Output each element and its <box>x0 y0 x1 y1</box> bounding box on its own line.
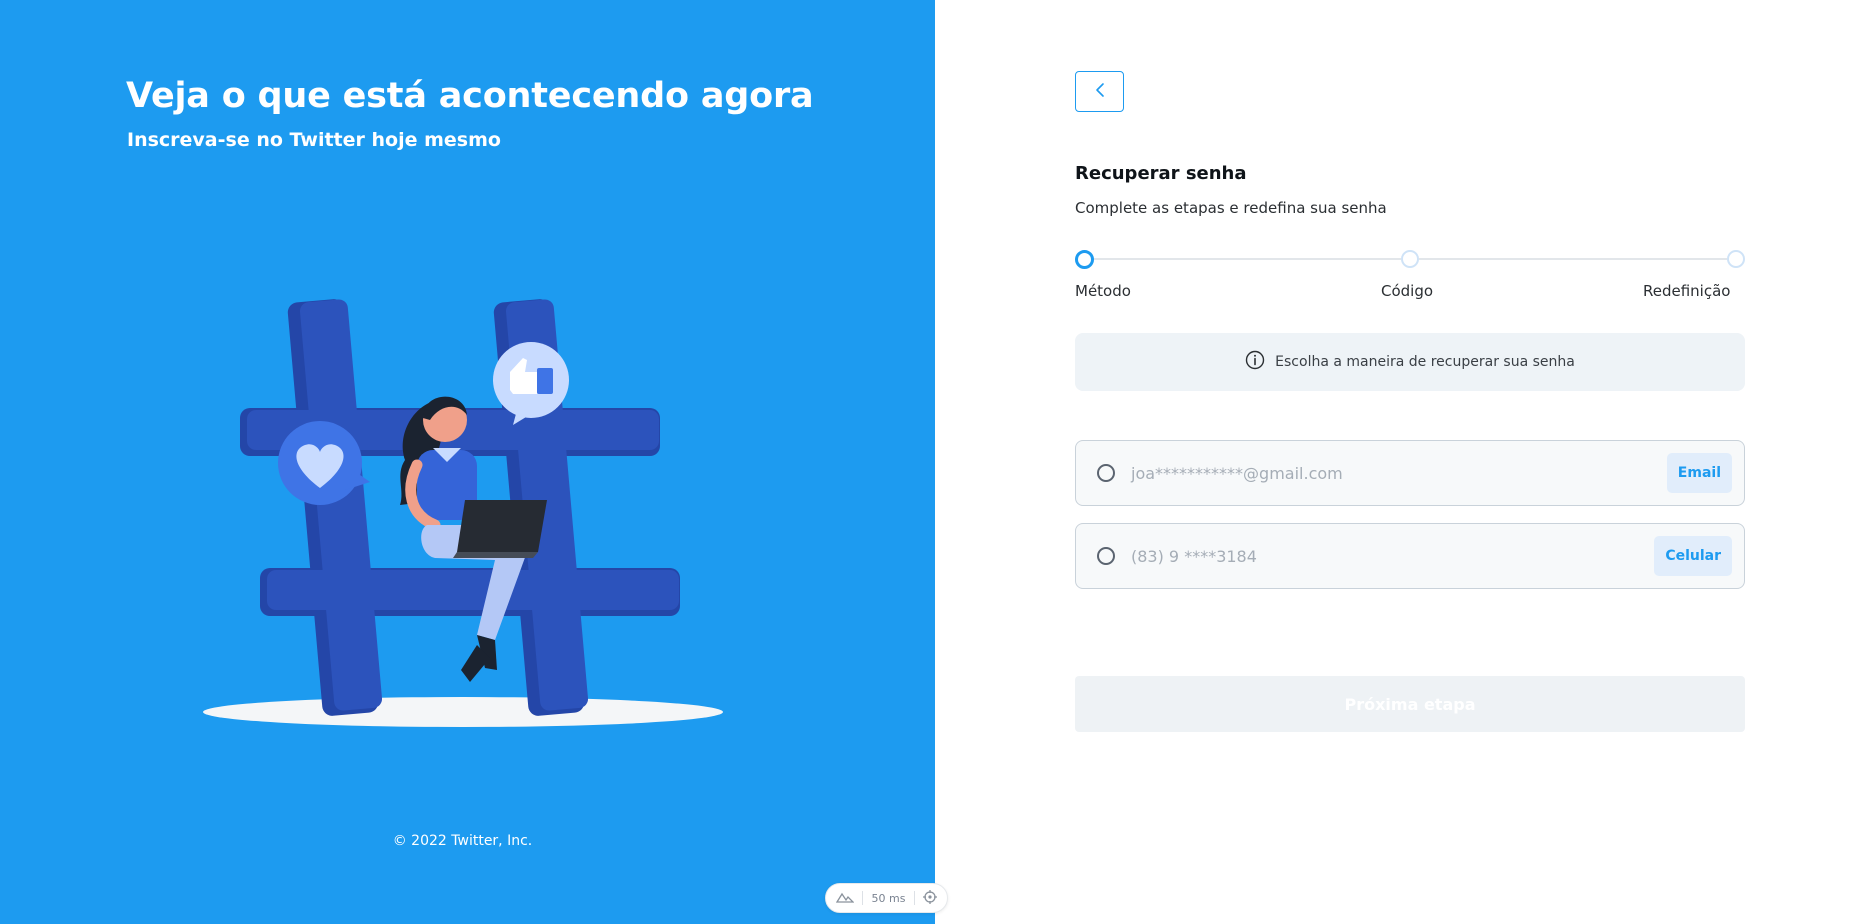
form-subtitle: Complete as etapas e redefina sua senha <box>1075 199 1387 217</box>
divider <box>862 891 864 905</box>
form-title: Recuperar senha <box>1075 163 1247 184</box>
hero-headline: Veja o que está acontecendo agora <box>126 76 814 116</box>
recovery-panel: Recuperar senha Complete as etapas e red… <box>935 0 1871 924</box>
info-banner: Escolha a maneira de recuperar sua senha <box>1075 333 1745 391</box>
info-icon <box>1245 350 1265 374</box>
step-dot-redefinicao <box>1727 250 1745 268</box>
step-connector <box>1093 258 1401 260</box>
option-email[interactable]: joa***********@gmail.com Email <box>1075 440 1745 506</box>
back-button[interactable] <box>1075 71 1124 112</box>
phone-radio[interactable] <box>1097 547 1115 565</box>
step-dot-metodo <box>1075 250 1094 269</box>
step-label-metodo: Método <box>1075 282 1131 300</box>
timing-readout: 50 ms <box>871 891 906 905</box>
email-radio[interactable] <box>1097 464 1115 482</box>
step-dot-codigo <box>1401 250 1419 268</box>
hashtag-illustration <box>203 299 723 727</box>
mountain-icon[interactable] <box>835 891 855 906</box>
step-connector <box>1419 258 1727 260</box>
option-email-value: joa***********@gmail.com <box>1131 463 1343 483</box>
option-phone[interactable]: (83) 9 ****3184 Celular <box>1075 523 1745 589</box>
option-email-tag: Email <box>1666 453 1732 493</box>
dev-toolbar[interactable]: 50 ms <box>825 883 948 913</box>
option-phone-value: (83) 9 ****3184 <box>1131 546 1257 566</box>
hero-subheadline: Inscreva-se no Twitter hoje mesmo <box>127 129 501 151</box>
hero-panel: Veja o que está acontecendo agora Inscre… <box>0 0 935 924</box>
step-label-codigo: Código <box>1381 282 1434 300</box>
divider <box>913 891 915 905</box>
info-text: Escolha a maneira de recuperar sua senha <box>1275 354 1575 370</box>
copyright: © 2022 Twitter, Inc. <box>392 833 533 849</box>
option-phone-tag: Celular <box>1654 536 1732 576</box>
step-label-redefinicao: Redefinição <box>1643 282 1731 300</box>
next-step-button[interactable]: Próxima etapa <box>1075 676 1745 732</box>
progress-stepper: Método Código Redefinição <box>1075 248 1745 308</box>
chevron-left-icon <box>1094 82 1106 101</box>
